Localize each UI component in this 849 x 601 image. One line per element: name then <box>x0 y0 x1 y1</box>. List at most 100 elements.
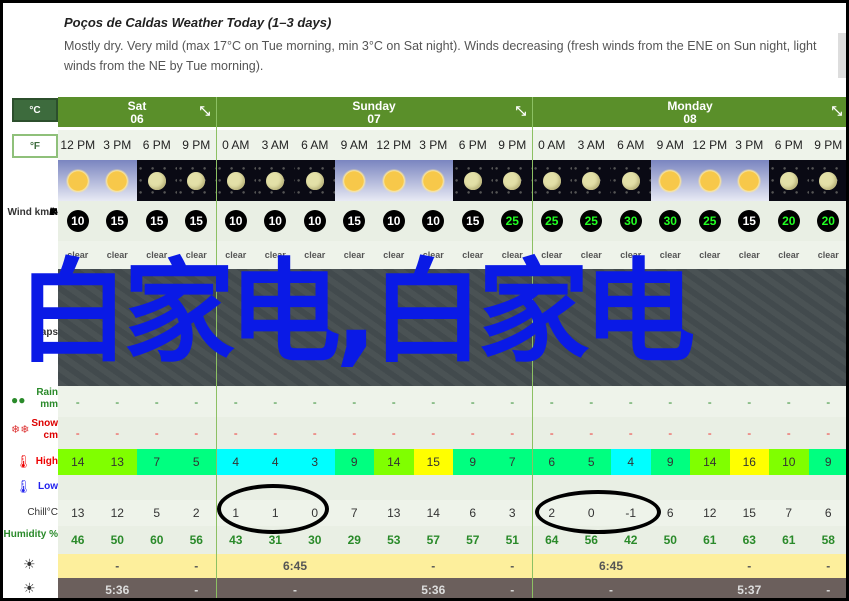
snow-value: - <box>549 426 554 440</box>
rain-value: - <box>786 394 791 409</box>
low-temp <box>690 475 730 500</box>
rain-value: - <box>589 394 594 409</box>
collapse-icon[interactable]: ⤡ <box>200 104 210 117</box>
high-temp: 5 <box>176 449 216 475</box>
weather-map-tile[interactable] <box>493 269 533 386</box>
weather-map-tile[interactable] <box>137 269 177 386</box>
sunset-time: 5:36 <box>105 582 130 597</box>
moon-icon <box>542 171 561 190</box>
collapse-icon[interactable]: ⤡ <box>516 104 526 117</box>
high-temp: 14 <box>58 449 98 475</box>
weather-map-tile[interactable] <box>216 269 256 386</box>
wind-speed-badge: 15 <box>738 210 761 232</box>
wind-cell: ↙ 15 <box>49 201 770 241</box>
snow-value: - <box>431 426 436 440</box>
sun-icon <box>105 168 130 193</box>
snow-value: - <box>233 426 238 440</box>
rain-value: - <box>431 394 436 409</box>
wind-speed-badge: 15 <box>145 210 168 232</box>
fahrenheit-button[interactable]: °F <box>12 134 58 158</box>
weather-map-tile[interactable] <box>532 269 572 386</box>
weather-map-tile[interactable] <box>809 269 847 386</box>
time-label: 6 PM <box>142 138 171 152</box>
annotation-circle <box>217 484 329 534</box>
weather-summary: clear <box>699 250 721 260</box>
high-temp: 15 <box>413 449 453 475</box>
wind-speed-badge: 15 <box>106 210 129 232</box>
wind-speed-badge: 10 <box>66 210 89 232</box>
time-label: 12 PM <box>60 138 96 152</box>
day-header-sunday[interactable]: Sunday 07 ⤡ <box>216 97 532 127</box>
day-header-sat[interactable]: Sat 06 ⤡ <box>58 97 216 127</box>
snow-value: - <box>826 426 831 440</box>
wind-chill: 7 <box>350 506 358 520</box>
moon-icon <box>187 171 206 190</box>
description-line: Mostly dry. Very mild (max 17°C on Tue m… <box>64 39 817 53</box>
rain-value: - <box>233 394 238 409</box>
weather-map-tile[interactable] <box>769 269 809 386</box>
sunset-time: - <box>293 582 297 597</box>
sunset-time <box>335 578 375 598</box>
sunrise-time <box>216 554 256 578</box>
sunrise-time: - <box>115 559 120 573</box>
sun-icon <box>697 168 722 193</box>
weather-map-tile[interactable] <box>572 269 612 386</box>
sunset-time <box>374 578 414 598</box>
day-header-monday[interactable]: Monday 08 ⤡ <box>532 97 846 127</box>
low-temp <box>98 475 138 500</box>
maps-row <box>58 269 846 386</box>
sunset-time <box>651 578 691 598</box>
rain-value: - <box>510 394 515 409</box>
rain-value: - <box>115 394 120 409</box>
low-temp <box>58 475 98 500</box>
sky-cell <box>532 160 572 201</box>
weather-map-tile[interactable] <box>177 269 217 386</box>
weather-map-tile[interactable] <box>374 269 414 386</box>
weather-map-tile[interactable] <box>414 269 454 386</box>
weather-map-tile[interactable] <box>690 269 730 386</box>
scrollbar[interactable] <box>838 33 846 78</box>
rain-value: - <box>549 394 554 409</box>
low-temp <box>453 475 493 500</box>
sunset-time <box>532 578 572 598</box>
weather-map-tile[interactable] <box>295 269 335 386</box>
weather-map-tile[interactable] <box>256 269 296 386</box>
sunrise-time: - <box>194 559 199 573</box>
sunrise-time <box>651 554 691 578</box>
snow-value: - <box>668 426 673 440</box>
sunrise-time: - <box>747 559 752 573</box>
sunset-icon: ☀ <box>23 580 36 596</box>
wind-chill: 15 <box>742 506 756 520</box>
collapse-icon[interactable]: ⤡ <box>832 104 842 117</box>
weather-map-tile[interactable] <box>98 269 138 386</box>
weather-map-tile[interactable] <box>453 269 493 386</box>
rain-value: - <box>747 394 752 409</box>
sunset-time: - <box>194 582 199 597</box>
sun-icon <box>381 168 406 193</box>
moon-icon <box>582 171 601 190</box>
rain-value: - <box>312 394 317 409</box>
sunrise-time <box>137 554 177 578</box>
snow-value: - <box>312 426 317 440</box>
weather-summary: clear <box>501 250 523 260</box>
forecast-widget: Poços de Caldas Weather Today (1–3 days)… <box>3 3 846 598</box>
rain-value: - <box>154 394 159 409</box>
rain-value: - <box>352 394 357 409</box>
weather-map-tile[interactable] <box>58 269 98 386</box>
humidity-label: Humidity % <box>3 529 58 540</box>
low-temp <box>335 475 375 500</box>
humidity-value: 57 <box>426 533 440 547</box>
weather-map-tile[interactable] <box>651 269 691 386</box>
moon-icon <box>305 171 324 190</box>
celsius-button[interactable]: °C <box>12 98 58 122</box>
moon-icon <box>266 171 285 190</box>
time-label: 6 AM <box>617 138 645 152</box>
humidity-value: 50 <box>663 533 677 547</box>
high-temp: 14 <box>690 449 730 475</box>
weather-map-tile[interactable] <box>611 269 651 386</box>
wind-speed-badge: 10 <box>382 210 405 232</box>
weather-map-tile[interactable] <box>730 269 770 386</box>
sun-icon <box>65 168 90 193</box>
wind-cell: ↖ 10 <box>49 201 256 241</box>
weather-map-tile[interactable] <box>335 269 375 386</box>
